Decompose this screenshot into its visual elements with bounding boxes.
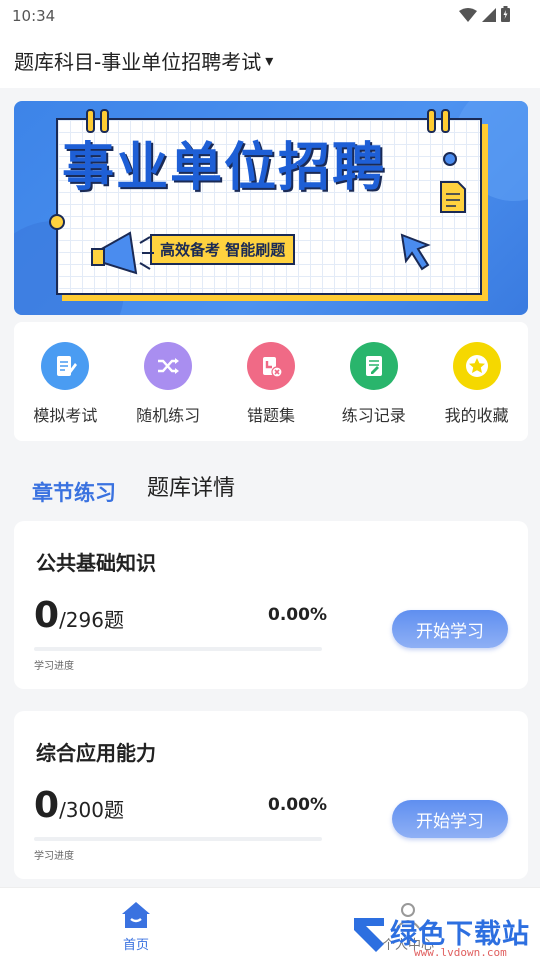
progress-bar: [34, 647, 322, 651]
shortcut-panel: 模拟考试 随机练习 错题集 练习记录 我的收藏: [14, 322, 528, 441]
subject-prefix: 题库科目-: [14, 50, 102, 74]
record-icon: [349, 342, 398, 390]
progress-label: 学习进度: [34, 661, 74, 672]
progress-percent: 0.00%: [268, 795, 327, 815]
tab-bank-details[interactable]: 题库详情: [147, 470, 235, 502]
document-icon: [440, 181, 466, 213]
watermark-url: www.lvdown.com: [414, 946, 507, 959]
star-icon: [452, 342, 501, 390]
battery-icon: [501, 6, 510, 26]
shortcut-label: 练习记录: [341, 406, 406, 425]
binder-ring-icon: [441, 109, 450, 133]
banner-tagline: 高效备考 智能刷题: [150, 234, 296, 265]
course-title: 公共基础知识: [36, 551, 156, 575]
done-count: 0: [34, 595, 60, 636]
shortcut-label: 随机练习: [136, 406, 201, 425]
shortcut-random-practice[interactable]: 随机练习: [118, 342, 218, 426]
cursor-arrow-icon: [400, 233, 431, 271]
wifi-icon: [459, 7, 477, 26]
progress-bar: [34, 837, 322, 841]
subject-name: 事业单位招聘考试: [101, 50, 262, 74]
course-card: 综合应用能力 0 /300题 0.00% 学习进度 开始学习: [14, 711, 528, 879]
course-title: 综合应用能力: [36, 741, 156, 765]
shortcut-favorites[interactable]: 我的收藏: [427, 342, 527, 426]
dot-decoration-icon: [443, 152, 457, 166]
shortcut-wrong-questions[interactable]: 错题集: [221, 342, 321, 426]
shortcut-label: 我的收藏: [444, 406, 509, 425]
start-study-button[interactable]: 开始学习: [392, 800, 508, 838]
shortcut-label: 错题集: [246, 406, 295, 425]
exam-paper-icon: [41, 342, 90, 390]
course-card: 公共基础知识 0 /296题 0.00% 学习进度 开始学习: [14, 521, 528, 689]
total-count: /296题: [59, 608, 124, 632]
done-count: 0: [34, 785, 60, 826]
shortcut-mock-exam[interactable]: 模拟考试: [15, 342, 115, 426]
watermark-logo-icon: [354, 918, 384, 952]
caret-down-icon: ▾: [265, 51, 274, 70]
tab-chapter-practice[interactable]: 章节练习: [32, 477, 116, 507]
nav-home-label: 首页: [122, 938, 149, 953]
progress-label: 学习进度: [34, 851, 74, 862]
question-count: 0 /296题: [34, 595, 124, 636]
status-time: 10:34: [12, 7, 56, 25]
subject-selector[interactable]: 题库科目- 事业单位招聘考试 ▾: [14, 46, 273, 75]
total-count: /300题: [59, 798, 124, 822]
shortcut-label: 模拟考试: [33, 406, 98, 425]
watermark: 绿色下载站 www.lvdown.com: [350, 910, 540, 960]
status-bar: 10:34: [0, 0, 540, 32]
wrong-book-icon: [246, 342, 295, 390]
binder-ring-icon: [427, 109, 436, 133]
home-icon: [122, 902, 150, 928]
promo-banner[interactable]: 事业单位招聘 高效备考 智能刷题: [14, 101, 528, 315]
header: 题库科目- 事业单位招聘考试 ▾: [0, 32, 540, 88]
shortcut-practice-record[interactable]: 练习记录: [324, 342, 424, 426]
start-study-button[interactable]: 开始学习: [392, 610, 508, 648]
dot-decoration-icon: [49, 214, 65, 230]
signal-icon: [482, 7, 496, 26]
shuffle-icon: [144, 342, 193, 390]
banner-title: 事业单位招聘: [62, 138, 387, 198]
megaphone-icon: [91, 231, 154, 275]
status-icons: [459, 6, 510, 26]
question-count: 0 /300题: [34, 785, 124, 826]
progress-percent: 0.00%: [268, 605, 327, 625]
nav-home[interactable]: 首页: [110, 900, 162, 953]
